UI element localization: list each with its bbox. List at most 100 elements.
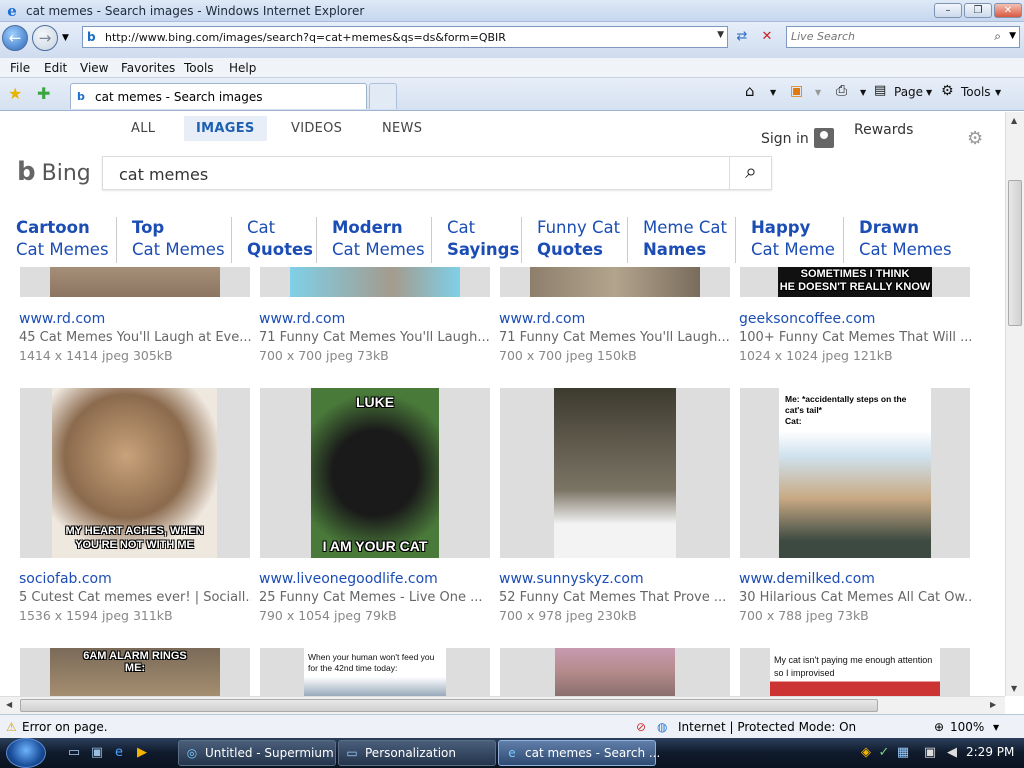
related-pill-happy[interactable]: Happy Cat Meme [735, 217, 835, 263]
result-title[interactable]: 25 Funny Cat Memes - Live One ... [259, 590, 491, 605]
scroll-up-icon[interactable]: ▲ [1011, 116, 1017, 125]
ie-quicklaunch-icon[interactable]: e [111, 745, 127, 761]
status-text[interactable]: Error on page. [22, 720, 108, 734]
vertical-scrollbar[interactable]: ▲ ▼ [1005, 112, 1024, 696]
bing-logo[interactable]: b Bing [17, 157, 91, 187]
result-site-link[interactable]: www.liveonegoodlife.com [259, 571, 438, 587]
menu-help[interactable]: Help [229, 61, 256, 75]
horizontal-scroll-thumb[interactable] [20, 699, 878, 712]
result-title[interactable]: 71 Funny Cat Memes You'll Laugh... [259, 330, 491, 345]
menu-favorites[interactable]: Favorites [121, 61, 175, 75]
result-site-link[interactable]: sociofab.com [19, 571, 112, 587]
search-icon[interactable]: ⌕ [994, 29, 1001, 44]
search-button-icon[interactable]: ⌕ [735, 159, 767, 187]
minimize-button[interactable]: – [934, 3, 962, 18]
related-pill-cat-quotes[interactable]: Cat Quotes [231, 217, 313, 263]
related-pill-funny-cat-quotes[interactable]: Funny Cat Quotes [521, 217, 620, 263]
page-dropdown-icon[interactable]: ▼ [926, 88, 932, 97]
result-title[interactable]: 71 Funny Cat Memes You'll Laugh... [499, 330, 731, 345]
home-icon[interactable]: ⌂ [745, 82, 755, 100]
tools-dropdown-icon[interactable]: ▼ [995, 88, 1001, 97]
security-zone[interactable]: Internet | Protected Mode: On [678, 720, 856, 734]
related-pill-drawn[interactable]: Drawn Cat Memes [843, 217, 952, 263]
related-pill-meme-cat-names[interactable]: Meme Cat Names [627, 217, 727, 263]
live-search-box[interactable]: ⌕ ▼ [786, 26, 1020, 48]
back-button[interactable]: ← [2, 25, 28, 51]
result-image[interactable]: LUKE I AM YOUR CAT [260, 388, 490, 558]
result-image[interactable] [500, 388, 730, 558]
avatar-icon[interactable] [814, 128, 834, 148]
feeds-icon[interactable]: ▣ [790, 83, 803, 99]
refresh-icon[interactable]: ⇄ [731, 27, 753, 47]
clock[interactable]: 2:29 PM [966, 745, 1014, 759]
result-title[interactable]: 52 Funny Cat Memes That Prove ... [499, 590, 731, 605]
task-personalization[interactable]: ▭ Personalization [338, 740, 496, 766]
stop-icon[interactable]: ✕ [756, 27, 778, 47]
address-dropdown-icon[interactable]: ▼ [717, 30, 724, 40]
tray-icon-2[interactable]: ▦ [895, 745, 911, 761]
add-favorites-icon[interactable]: ✚ [37, 84, 50, 103]
task-ie-cat-memes[interactable]: e cat memes - Search ... [498, 740, 660, 766]
result-image[interactable] [500, 648, 730, 696]
scroll-down-icon[interactable]: ▼ [1011, 684, 1017, 693]
start-button[interactable] [6, 738, 46, 768]
result-image[interactable]: 6AM ALARM RINGS ME: [20, 648, 250, 696]
page-menu-button[interactable]: Page [894, 85, 923, 99]
volume-icon[interactable]: ◀ [944, 745, 960, 761]
result-image[interactable] [20, 267, 250, 297]
close-button[interactable]: ✕ [994, 3, 1022, 18]
result-title[interactable]: 100+ Funny Cat Memes That Will ... [739, 330, 971, 345]
related-pill-cat-sayings[interactable]: Cat Sayings [431, 217, 519, 263]
show-desktop-icon[interactable]: ▭ [66, 745, 82, 761]
vertical-scroll-thumb[interactable] [1008, 180, 1022, 326]
switch-windows-icon[interactable]: ▣ [89, 745, 105, 761]
result-site-link[interactable]: geeksoncoffee.com [739, 311, 875, 327]
result-image[interactable]: MY HEART ACHES, WHEN YOU'RE NOT WITH ME [20, 388, 250, 558]
maximize-button[interactable]: ❐ [964, 3, 992, 18]
scope-videos[interactable]: VIDEOS [291, 121, 342, 136]
search-dropdown-icon[interactable]: ▼ [1009, 31, 1016, 41]
feeds-dropdown-icon[interactable]: ▼ [815, 88, 821, 97]
result-site-link[interactable]: www.rd.com [499, 311, 585, 327]
settings-gear-icon[interactable]: ⚙ [967, 128, 983, 149]
live-search-input[interactable] [791, 30, 987, 43]
tools-menu-button[interactable]: Tools [961, 85, 991, 99]
tab-title[interactable]: cat memes - Search images [95, 90, 263, 104]
favorites-star-icon[interactable]: ★ [8, 84, 22, 103]
result-image[interactable] [500, 267, 730, 297]
home-dropdown-icon[interactable]: ▼ [770, 88, 776, 97]
result-site-link[interactable]: www.rd.com [19, 311, 105, 327]
scroll-right-icon[interactable]: ▶ [990, 700, 996, 709]
scroll-left-icon[interactable]: ◀ [6, 700, 12, 709]
forward-button[interactable]: → [32, 25, 58, 51]
media-player-icon[interactable]: ▶ [134, 745, 150, 761]
menu-edit[interactable]: Edit [44, 61, 67, 75]
menu-file[interactable]: File [10, 61, 30, 75]
result-site-link[interactable]: www.sunnyskyz.com [499, 571, 644, 587]
result-image[interactable]: Me: *accidentally steps on the cat's tai… [740, 388, 970, 558]
address-url[interactable]: http://www.bing.com/images/search?q=cat+… [105, 31, 506, 44]
result-image[interactable]: My cat isn't paying me enough attention … [740, 648, 970, 696]
history-dropdown-icon[interactable]: ▼ [62, 33, 69, 43]
menu-view[interactable]: View [80, 61, 108, 75]
result-site-link[interactable]: www.demilked.com [739, 571, 875, 587]
result-title[interactable]: 30 Hilarious Cat Memes All Cat Ow... [739, 590, 971, 605]
related-pill-cartoon[interactable]: Cartoon Cat Memes [16, 217, 109, 263]
zoom-dropdown-icon[interactable]: ▼ [993, 723, 999, 732]
rewards-link[interactable]: Rewards [854, 122, 913, 138]
warning-icon[interactable]: ⚠ [6, 720, 17, 734]
print-icon[interactable]: ⎙ [836, 83, 847, 99]
related-pill-top[interactable]: Top Cat Memes [116, 217, 225, 263]
scope-all[interactable]: ALL [131, 121, 155, 136]
tray-icon[interactable]: ✓ [876, 745, 892, 761]
horizontal-scrollbar[interactable]: ◀ ▶ [0, 696, 1005, 714]
result-site-link[interactable]: www.rd.com [259, 311, 345, 327]
tab-current[interactable]: b cat memes - Search images [70, 83, 367, 109]
result-title[interactable]: 45 Cat Memes You'll Laugh at Eve... [19, 330, 251, 345]
scope-news[interactable]: NEWS [382, 121, 422, 136]
sign-in-link[interactable]: Sign in [761, 131, 809, 147]
print-dropdown-icon[interactable]: ▼ [860, 88, 866, 97]
search-input[interactable] [119, 165, 719, 184]
result-image[interactable]: SOMETIMES I THINK HE DOESN'T REALLY KNOW [740, 267, 970, 297]
result-title[interactable]: 5 Cutest Cat memes ever! | Sociall... [19, 590, 251, 605]
